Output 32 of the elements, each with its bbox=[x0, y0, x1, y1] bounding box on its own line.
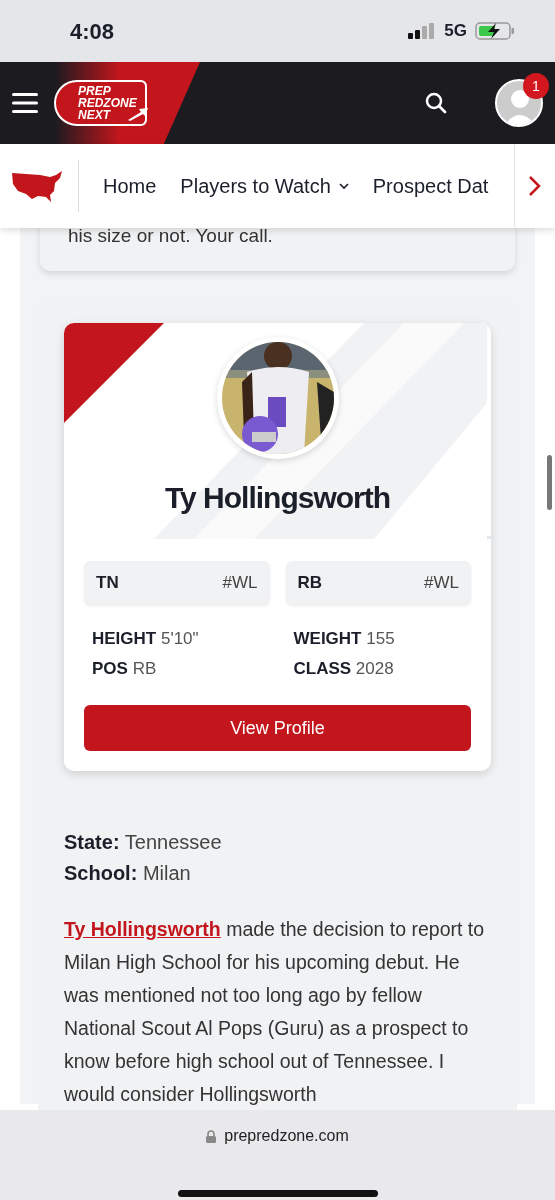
notification-badge: 1 bbox=[523, 73, 549, 99]
stat-text: CLASS 2028 bbox=[293, 657, 395, 680]
player-name: Ty Hollingsworth bbox=[164, 479, 391, 516]
status-time: 4:08 bbox=[70, 17, 115, 46]
info-text: School: Milan bbox=[64, 861, 192, 886]
paragraph: Ty Hollingsworth made the decision to report to Milan High School for his upcoming debut. He was mentioned not too long ago by fellow National Scout Al Pops (Guru) as a prospect to know before high school out of Tennessee. I would consider Hollingsworth bbox=[64, 917, 486, 1107]
home-indicator[interactable] bbox=[177, 1189, 378, 1197]
url-text[interactable]: prepredzone.com bbox=[224, 1124, 349, 1148]
tag-label: RB bbox=[297, 571, 323, 594]
logo[interactable]: PREP REDZONE NEXT bbox=[54, 80, 147, 126]
stat-text: HEIGHT 5'10" bbox=[92, 628, 200, 650]
view-profile-button[interactable]: View Profile bbox=[84, 705, 471, 751]
rank-label: #WL bbox=[222, 571, 258, 594]
stat-text: WEIGHT 155 bbox=[293, 628, 396, 650]
scrollbar[interactable] bbox=[547, 455, 552, 510]
stat-text: POS RB bbox=[92, 657, 158, 680]
info-text: State: Tennessee bbox=[64, 830, 223, 855]
rank-label: #WL bbox=[424, 571, 459, 594]
arrow-icon bbox=[126, 107, 149, 121]
nav-link[interactable]: Home bbox=[103, 171, 157, 201]
signal-icon bbox=[408, 23, 437, 39]
search-icon[interactable] bbox=[425, 92, 447, 114]
nav-link[interactable]: Players to Watch bbox=[180, 171, 349, 201]
menu-icon[interactable] bbox=[12, 93, 38, 113]
lock-icon bbox=[206, 1129, 217, 1143]
map-icon[interactable] bbox=[10, 169, 64, 203]
paragraph: his size or not. Your call. bbox=[68, 228, 274, 248]
network-label: 5G bbox=[444, 20, 467, 43]
player-link[interactable]: Ty Hollingsworth bbox=[64, 918, 221, 940]
battery-charging-icon bbox=[475, 22, 515, 40]
tag-label: TN bbox=[96, 571, 119, 594]
nav-link[interactable]: Prospect Dat bbox=[372, 171, 489, 201]
